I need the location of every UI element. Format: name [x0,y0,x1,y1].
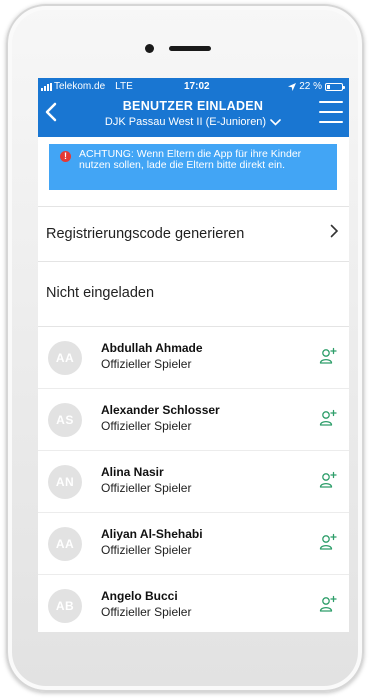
list-item: AB Angelo Bucci Offizieller Spieler [38,575,349,632]
back-button[interactable] [40,99,62,125]
member-name: Alexander Schlosser [101,403,220,417]
banner-area: ! ACHTUNG: Wenn Eltern die App für ihre … [38,137,349,203]
generate-registration-code-row[interactable]: Registrierungscode generieren [38,206,349,262]
registration-label: Registrierungscode generieren [46,226,245,242]
app-screen: Telekom.de LTE 17:02 22 % BENUTZER EINLA… [38,78,349,632]
avatar: AB [48,589,82,623]
team-selector[interactable]: DJK Passau West II (E-Junioren) [78,116,308,128]
list-item: AN Alina Nasir Offizieller Spieler [38,451,349,513]
team-name: DJK Passau West II (E-Junioren) [104,116,267,128]
member-role: Offizieller Spieler [101,357,192,371]
parent-warning-banner: ! ACHTUNG: Wenn Eltern die App für ihre … [49,144,337,190]
invite-user-icon[interactable] [319,409,337,427]
member-name: Aliyan Al-Shehabi [101,527,203,541]
status-bar-right: 22 % [288,81,345,92]
signal-icon [41,82,52,91]
section-title: Nicht eingeladen [46,285,155,301]
avatar: AS [48,403,82,437]
battery-fill [327,84,330,89]
member-name: Abdullah Ahmade [101,341,203,355]
avatar: AA [48,341,82,375]
status-bar: Telekom.de LTE 17:02 22 % [38,78,349,95]
avatar: AA [48,527,82,561]
member-list: AA Abdullah Ahmade Offizieller Spieler A… [38,327,349,632]
menu-button[interactable] [319,101,343,123]
list-item: AA Abdullah Ahmade Offizieller Spieler [38,327,349,389]
phone-frame: Telekom.de LTE 17:02 22 % BENUTZER EINLA… [6,4,364,692]
invite-user-icon[interactable] [319,347,337,365]
member-role: Offizieller Spieler [101,481,192,495]
member-name: Angelo Bucci [101,589,178,603]
menu-bar [319,111,343,113]
invite-user-icon[interactable] [319,595,337,613]
invite-user-icon[interactable] [319,471,337,489]
battery-icon [325,82,345,91]
not-invited-section-header: Nicht eingeladen [38,263,349,327]
member-role: Offizieller Spieler [101,605,192,619]
banner-text: ACHTUNG: Wenn Eltern die App für ihre Ki… [79,148,302,171]
camera [145,44,154,53]
member-role: Offizieller Spieler [101,543,192,557]
app-header: BENUTZER EINLADEN DJK Passau West II (E-… [38,95,349,137]
status-time: 17:02 [184,81,210,92]
member-name: Alina Nasir [101,465,164,479]
alert-icon: ! [60,151,71,162]
page-title: BENUTZER EINLADEN [122,99,264,113]
status-bar-left: Telekom.de LTE [41,81,133,92]
battery-percent: 22 % [299,81,322,92]
chevron-right-icon [330,224,339,238]
menu-bar [319,101,343,103]
avatar: AN [48,465,82,499]
location-arrow-icon [288,82,297,91]
member-role: Offizieller Spieler [101,419,192,433]
list-item: AA Aliyan Al-Shehabi Offizieller Spieler [38,513,349,575]
chevron-left-icon [45,102,57,122]
chevron-down-icon [270,118,281,126]
invite-user-icon[interactable] [319,533,337,551]
network-label: LTE [115,81,133,92]
menu-bar [319,121,343,123]
list-item: AS Alexander Schlosser Offizieller Spiel… [38,389,349,451]
speaker [169,46,211,51]
carrier-label: Telekom.de [54,81,106,92]
